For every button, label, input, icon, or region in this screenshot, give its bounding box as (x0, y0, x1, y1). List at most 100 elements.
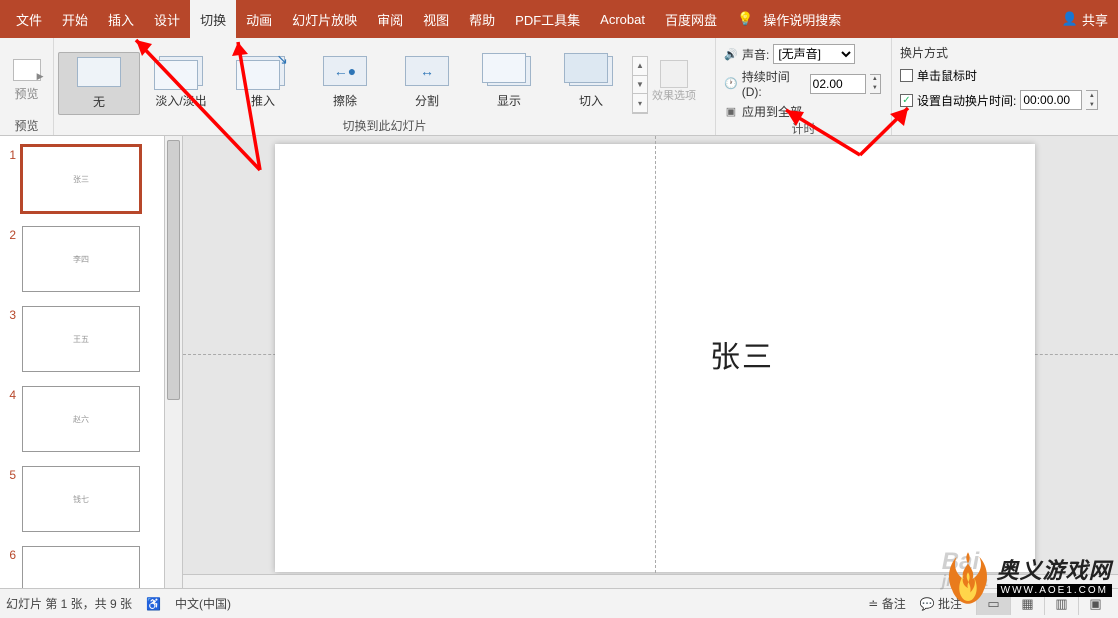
preview-group: 预览 预览 (0, 38, 54, 135)
tab-slideshow[interactable]: 幻灯片放映 (282, 0, 367, 38)
slide-panel-scrollbar[interactable] (165, 136, 183, 588)
notes-button[interactable]: ≐ 备注 (868, 595, 905, 612)
slide-thumb-3[interactable]: 王五 (22, 306, 140, 372)
transition-push-label: 推入 (251, 92, 275, 109)
slide-thumb-6[interactable] (22, 546, 140, 588)
duration-input[interactable] (810, 74, 866, 94)
watermark-en: WWW.AOE1.COM (997, 584, 1112, 597)
transition-split[interactable]: ↔ 分割 (386, 52, 468, 113)
tab-review[interactable]: 审阅 (367, 0, 413, 38)
workspace: 1张三 2李四 3王五 4赵六 5钱七 6 张三 (0, 136, 1118, 588)
slide-num-5: 5 (4, 466, 16, 532)
apply-all-label: 应用到全部 (742, 103, 802, 120)
duration-label: 持续时间(D): (742, 68, 806, 99)
on-click-checkbox[interactable] (900, 69, 913, 82)
transition-cut-label: 切入 (579, 92, 603, 109)
transition-push-icon: ↘ (241, 56, 285, 86)
duration-spinner[interactable]: ▲▼ (870, 74, 881, 94)
share-label: 共享 (1082, 10, 1108, 29)
ribbon-body: 预览 预览 无 淡入/淡出 ↘ 推入 ←● (0, 38, 1118, 136)
transition-reveal[interactable]: 显示 (468, 52, 550, 113)
watermark-cn: 奥义游戏网 (997, 559, 1112, 583)
tab-insert[interactable]: 插入 (98, 0, 144, 38)
gallery-scroll-up[interactable]: ▲ (633, 57, 647, 76)
after-label: 设置自动换片时间: (917, 92, 1016, 109)
status-slide-info: 幻灯片 第 1 张，共 9 张 (6, 595, 132, 612)
transition-wipe-icon: ←● (323, 56, 367, 86)
after-spinner[interactable]: ▲▼ (1086, 90, 1098, 110)
transition-fade-label: 淡入/淡出 (155, 92, 206, 109)
effect-options-icon (660, 60, 688, 88)
transition-reveal-label: 显示 (497, 92, 521, 109)
timing-group: 🔊 声音: [无声音] 🕐 持续时间(D): ▲▼ ▣ 应用到全部 计时 (716, 38, 892, 135)
preview-group-label: 预览 (0, 117, 53, 135)
transitions-group: 无 淡入/淡出 ↘ 推入 ←● 擦除 ↔ 分割 (54, 38, 716, 135)
tab-tell-me[interactable]: 操作说明搜索 (763, 0, 851, 38)
status-language[interactable]: 中文(中国) (175, 595, 231, 612)
apply-all-button[interactable]: ▣ 应用到全部 (724, 103, 802, 120)
slide-num-1: 1 (4, 146, 16, 212)
transition-group-label: 切换到此幻灯片 (54, 117, 715, 135)
tab-baidu[interactable]: 百度网盘 (655, 0, 727, 38)
effect-options-label: 效果选项 (652, 90, 696, 102)
after-checkbox[interactable]: ✓ (900, 94, 913, 107)
slide-num-2: 2 (4, 226, 16, 292)
slide-thumb-2[interactable]: 李四 (22, 226, 140, 292)
advance-on-click-row[interactable]: 单击鼠标时 (900, 67, 977, 84)
transition-wipe[interactable]: ←● 擦除 (304, 52, 386, 113)
slide-num-6: 6 (4, 546, 16, 588)
transition-reveal-icon (487, 56, 531, 86)
preview-icon (13, 59, 41, 81)
lightbulb-icon: 💡 (727, 0, 763, 38)
tab-help[interactable]: 帮助 (459, 0, 505, 38)
sound-select[interactable]: [无声音] (773, 44, 855, 64)
share-button[interactable]: 👤 共享 (1058, 10, 1112, 29)
transition-push[interactable]: ↘ 推入 (222, 52, 304, 113)
slide-thumb-5[interactable]: 钱七 (22, 466, 140, 532)
apply-all-icon: ▣ (724, 105, 738, 119)
transition-split-icon: ↔ (405, 56, 449, 86)
share-icon: 👤 (1062, 11, 1078, 27)
flame-icon (945, 550, 991, 606)
gallery-expand[interactable]: ▾ (633, 94, 647, 113)
effect-options-button: 效果选项 (648, 52, 700, 102)
tab-file[interactable]: 文件 (6, 0, 52, 38)
guide-vertical (655, 136, 656, 588)
slide-thumb-4[interactable]: 赵六 (22, 386, 140, 452)
transition-fade[interactable]: 淡入/淡出 (140, 52, 222, 113)
tab-animations[interactable]: 动画 (236, 0, 282, 38)
advance-after-row[interactable]: ✓ 设置自动换片时间: ▲▼ (900, 90, 1098, 110)
tab-home[interactable]: 开始 (52, 0, 98, 38)
transition-gallery: 无 淡入/淡出 ↘ 推入 ←● 擦除 ↔ 分割 (58, 44, 715, 115)
transition-cut-icon (569, 56, 613, 86)
tab-design[interactable]: 设计 (144, 0, 190, 38)
site-watermark: 奥义游戏网 WWW.AOE1.COM (945, 550, 1112, 606)
transition-cut[interactable]: 切入 (550, 52, 632, 113)
after-time-input[interactable] (1020, 90, 1082, 110)
canvas-area: 张三 (183, 136, 1118, 588)
slide-num-3: 3 (4, 306, 16, 372)
preview-button[interactable]: 预览 (6, 53, 47, 102)
transition-fade-icon (159, 56, 203, 86)
transition-split-label: 分割 (415, 92, 439, 109)
preview-label: 预览 (14, 85, 38, 102)
gallery-scrollbar: ▲ ▼ ▾ (632, 56, 648, 114)
advance-title: 换片方式 (900, 44, 948, 61)
tab-pdf[interactable]: PDF工具集 (505, 0, 590, 38)
sound-icon: 🔊 (724, 47, 738, 61)
tab-acrobat[interactable]: Acrobat (590, 0, 655, 38)
slide-thumb-1[interactable]: 张三 (22, 146, 140, 212)
sound-label: 声音: (742, 46, 769, 63)
accessibility-icon[interactable]: ♿ (146, 597, 161, 611)
gallery-scroll-down[interactable]: ▼ (633, 76, 647, 95)
transition-none-label: 无 (93, 93, 105, 110)
tab-view[interactable]: 视图 (413, 0, 459, 38)
transition-wipe-label: 擦除 (333, 92, 357, 109)
slide-num-4: 4 (4, 386, 16, 452)
slide-title-text[interactable]: 张三 (710, 332, 774, 376)
ribbon-tabs: 文件 开始 插入 设计 切换 动画 幻灯片放映 审阅 视图 帮助 PDF工具集 … (0, 0, 1118, 38)
tab-transitions[interactable]: 切换 (190, 0, 236, 38)
transition-none-icon (77, 57, 121, 87)
transition-none[interactable]: 无 (58, 52, 140, 115)
duration-row: 🕐 持续时间(D): ▲▼ (724, 68, 881, 99)
